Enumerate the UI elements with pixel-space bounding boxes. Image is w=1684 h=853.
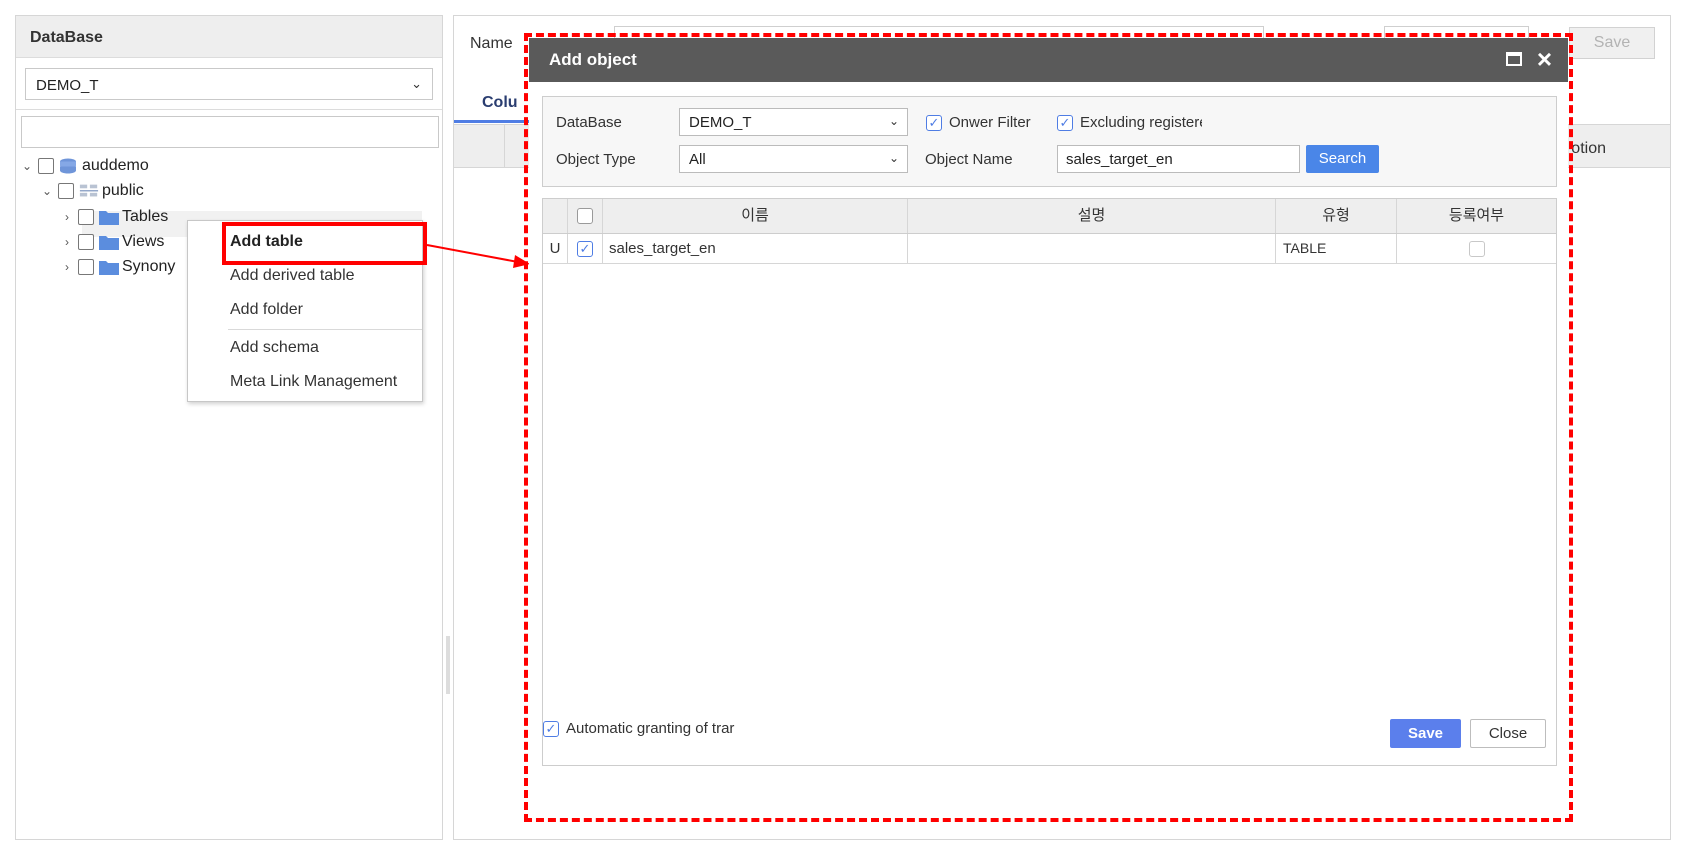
save-button-disabled[interactable]: Save bbox=[1569, 27, 1655, 59]
schema-icon bbox=[79, 183, 99, 199]
owner-filter-label: Onwer Filter bbox=[949, 114, 1031, 131]
checkmark-icon[interactable]: ✓ bbox=[577, 241, 593, 258]
excluding-registered-checkbox[interactable]: ✓ Excluding registere bbox=[1057, 114, 1202, 131]
tree-search-input[interactable] bbox=[21, 116, 439, 148]
object-grid: 이름 설명 유형 등록여부 U ✓ sales_target_en TABLE bbox=[542, 198, 1557, 766]
registered-checkbox bbox=[1468, 241, 1485, 258]
divider bbox=[16, 109, 442, 110]
grid-header-type[interactable]: 유형 bbox=[1276, 199, 1397, 233]
folder-icon bbox=[99, 259, 119, 275]
object-name-label: Object Name bbox=[925, 151, 1013, 168]
tree-checkbox[interactable] bbox=[78, 209, 94, 225]
row-type: TABLE bbox=[1276, 234, 1397, 263]
tree-node-views[interactable]: › Views bbox=[60, 231, 164, 253]
object-type-select-value: All bbox=[689, 151, 706, 168]
row-registered-cell bbox=[1397, 234, 1556, 263]
tree-label: auddemo bbox=[82, 157, 149, 174]
grid-header-status bbox=[543, 199, 568, 233]
row-description bbox=[908, 234, 1276, 263]
chevron-down-icon[interactable]: ⌄ bbox=[40, 184, 54, 198]
tab-columns[interactable]: Colu bbox=[482, 94, 518, 112]
object-name-input[interactable]: sales_target_en bbox=[1057, 145, 1300, 173]
row-select-cell[interactable]: ✓ bbox=[568, 234, 603, 263]
grid-header-description[interactable]: 설명 bbox=[908, 199, 1276, 233]
search-button[interactable]: Search bbox=[1306, 145, 1379, 173]
database-panel-title: DataBase bbox=[16, 16, 442, 58]
menu-item-add-schema[interactable]: Add schema bbox=[188, 331, 422, 365]
checkmark-icon[interactable]: ✓ bbox=[926, 114, 942, 131]
database-label: DataBase bbox=[556, 114, 622, 131]
database-panel: DataBase DEMO_T ⌄ bbox=[15, 15, 443, 840]
tree-node-tables[interactable]: › Tables bbox=[60, 206, 168, 228]
grid-header-registered[interactable]: 등록여부 bbox=[1397, 199, 1556, 233]
auto-grant-checkbox[interactable]: ✓ Automatic granting of trar bbox=[543, 720, 739, 737]
dialog-close-button[interactable]: Close bbox=[1470, 719, 1546, 748]
object-type-select[interactable]: All ⌄ bbox=[679, 145, 908, 173]
tree-label: public bbox=[102, 182, 144, 199]
excluding-registered-label: Excluding registere bbox=[1080, 114, 1202, 131]
grid-header: 이름 설명 유형 등록여부 bbox=[543, 199, 1556, 234]
chevron-right-icon[interactable]: › bbox=[60, 235, 74, 249]
tree-label: Synony bbox=[122, 258, 176, 275]
dialog-save-button[interactable]: Save bbox=[1390, 719, 1461, 748]
database-select[interactable]: DEMO_T ⌄ bbox=[679, 108, 908, 136]
close-icon[interactable]: × bbox=[1537, 44, 1552, 74]
panel-splitter[interactable] bbox=[446, 636, 450, 694]
menu-item-meta-link-management[interactable]: Meta Link Management bbox=[188, 365, 422, 399]
row-status: U bbox=[543, 234, 568, 263]
tab-underline bbox=[454, 120, 534, 123]
tree-label: Views bbox=[122, 233, 165, 250]
chevron-right-icon[interactable]: › bbox=[60, 260, 74, 274]
chevron-down-icon: ⌄ bbox=[888, 151, 899, 165]
object-type-label: Object Type bbox=[556, 151, 636, 168]
chevron-right-icon[interactable]: › bbox=[60, 210, 74, 224]
grid-header-select-all[interactable] bbox=[568, 199, 603, 233]
tree-node-auddemo[interactable]: ⌄ auddemo bbox=[20, 155, 149, 177]
database-select[interactable]: DEMO_T ⌄ bbox=[25, 68, 433, 100]
tree-node-public[interactable]: ⌄ public bbox=[40, 180, 144, 202]
dialog-title: Add object bbox=[549, 50, 637, 69]
folder-icon bbox=[99, 209, 119, 225]
add-object-dialog: Add object × DataBase DEMO_T ⌄ ✓ Onwer F… bbox=[529, 38, 1568, 817]
filter-panel: DataBase DEMO_T ⌄ ✓ Onwer Filter ✓ Exclu… bbox=[542, 96, 1557, 187]
name-label: Name bbox=[470, 35, 513, 52]
database-select-value: DEMO_T bbox=[689, 114, 752, 131]
tree-checkbox[interactable] bbox=[38, 158, 54, 174]
row-name: sales_target_en bbox=[603, 234, 908, 263]
owner-filter-checkbox[interactable]: ✓ Onwer Filter bbox=[926, 114, 1031, 131]
tree-label: Tables bbox=[122, 208, 169, 225]
table-row[interactable]: U ✓ sales_target_en TABLE bbox=[543, 234, 1556, 264]
object-name-value: sales_target_en bbox=[1066, 151, 1173, 168]
menu-item-add-folder[interactable]: Add folder bbox=[188, 293, 422, 327]
chevron-down-icon: ⌄ bbox=[888, 114, 899, 128]
database-select-value: DEMO_T bbox=[36, 77, 99, 94]
highlight-box bbox=[222, 222, 427, 265]
select-all-checkbox[interactable] bbox=[577, 208, 593, 225]
chevron-down-icon[interactable]: ⌄ bbox=[20, 159, 34, 173]
maximize-icon[interactable] bbox=[1506, 52, 1522, 66]
menu-divider bbox=[228, 329, 422, 330]
grid-column-divider bbox=[504, 125, 505, 167]
folder-icon bbox=[99, 234, 119, 250]
database-icon bbox=[59, 158, 79, 174]
tree-node-synonyms[interactable]: › Synony bbox=[60, 256, 175, 278]
chevron-down-icon: ⌄ bbox=[411, 76, 422, 91]
tree-checkbox[interactable] bbox=[58, 183, 74, 199]
dialog-title-bar: Add object × bbox=[529, 38, 1568, 82]
auto-grant-label: Automatic granting of trar bbox=[566, 720, 735, 737]
tree-checkbox[interactable] bbox=[78, 234, 94, 250]
column-header-option: otion bbox=[1571, 140, 1606, 157]
grid-header-name[interactable]: 이름 bbox=[603, 199, 908, 233]
tree-checkbox[interactable] bbox=[78, 259, 94, 275]
checkmark-icon[interactable]: ✓ bbox=[1057, 114, 1073, 131]
checkmark-icon[interactable]: ✓ bbox=[543, 720, 559, 737]
